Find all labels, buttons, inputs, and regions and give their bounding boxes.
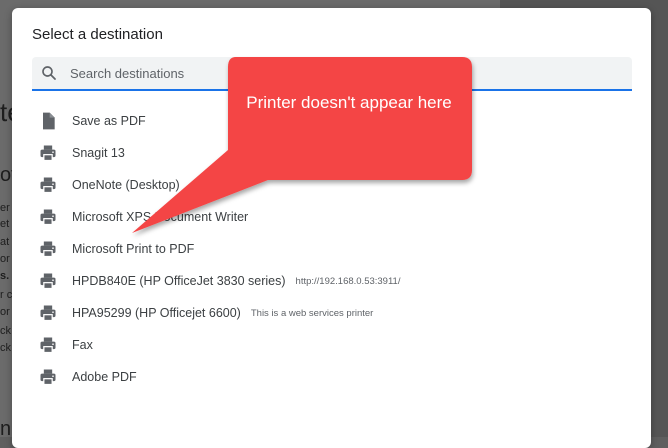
destination-print-to-pdf[interactable]: Microsoft Print to PDF (32, 233, 632, 265)
destination-onenote[interactable]: OneNote (Desktop) (32, 169, 632, 201)
dialog-title: Select a destination (32, 26, 163, 43)
printer-icon (40, 369, 56, 386)
document-icon (43, 112, 55, 130)
background-text: er (0, 202, 10, 214)
background-text: or (0, 253, 10, 265)
destination-hpdb840e[interactable]: HPDB840E (HP OfficeJet 3830 series) http… (32, 265, 632, 297)
destination-label: Microsoft Print to PDF (72, 242, 195, 256)
background-text: ck (0, 342, 11, 354)
printer-icon (40, 337, 56, 354)
destination-xps-writer[interactable]: Microsoft XPS Document Writer (32, 201, 632, 233)
destination-dialog: Select a destination Save as PDF Snagit … (12, 8, 651, 448)
search-input[interactable] (70, 57, 610, 89)
search-icon (42, 66, 56, 80)
destination-fax[interactable]: Fax (32, 329, 632, 361)
destination-address: http://192.168.0.53:3911/ (295, 275, 401, 287)
destination-description: This is a web services printer (250, 307, 374, 319)
destination-hpa95299[interactable]: HPA95299 (HP Officejet 6600) This is a w… (32, 297, 632, 329)
destination-label: Snagit 13 (72, 146, 125, 160)
printer-icon (40, 241, 56, 258)
destination-snagit[interactable]: Snagit 13 (32, 137, 632, 169)
destination-label: HPDB840E (HP OfficeJet 3830 series) (72, 274, 286, 288)
destination-list: Save as PDF Snagit 13 OneNote (Desktop) (32, 105, 632, 393)
callout-text: Printer doesn't appear here (246, 93, 452, 112)
printer-icon (40, 209, 56, 226)
search-box[interactable] (32, 57, 632, 91)
background-text: et (0, 218, 10, 230)
background-text: or (0, 306, 10, 318)
destination-label: Fax (72, 338, 93, 352)
background-text: s. (0, 270, 10, 282)
destination-label: Microsoft XPS Document Writer (72, 210, 249, 224)
printer-icon (40, 273, 56, 290)
background-text: ck (0, 325, 11, 337)
destination-label: Save as PDF (72, 114, 146, 128)
destination-adobe-pdf[interactable]: Adobe PDF (32, 361, 632, 393)
printer-icon (40, 145, 56, 162)
printer-icon (40, 305, 56, 322)
destination-label: HPA95299 (HP Officejet 6600) (72, 306, 241, 320)
printer-icon (40, 177, 56, 194)
background-text: r c (0, 289, 13, 301)
destination-label: Adobe PDF (72, 370, 137, 384)
destination-label: OneNote (Desktop) (72, 178, 180, 192)
background-text: at (0, 236, 10, 248)
